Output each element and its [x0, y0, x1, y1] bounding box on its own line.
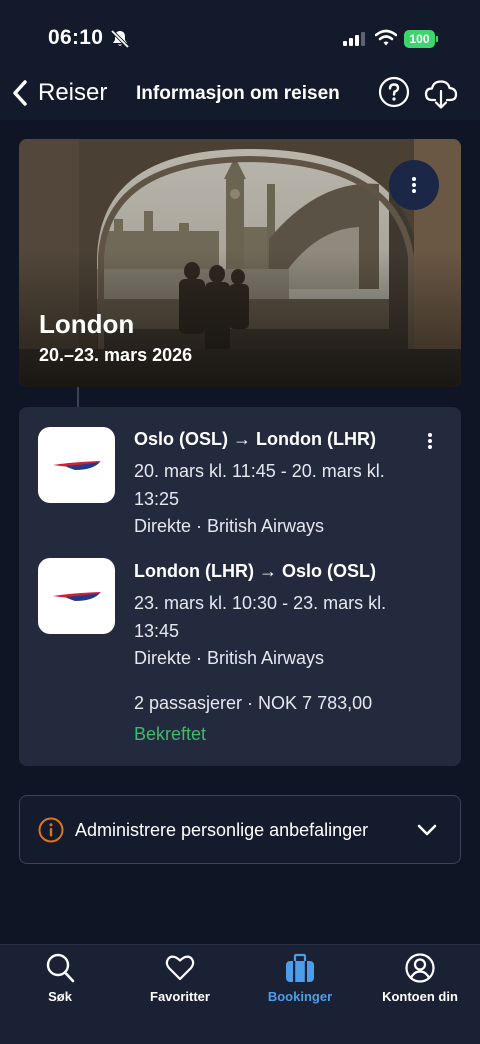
back-label: Reiser [38, 79, 108, 106]
battery-level: 100 [404, 30, 435, 48]
british-airways-logo [38, 558, 115, 634]
timeline-connector [77, 387, 79, 407]
flight-booking-card[interactable]: Oslo (OSL) → London (LHR) 20. mars kl. 1… [19, 407, 461, 766]
help-icon[interactable] [378, 76, 410, 108]
trip-hero-card[interactable]: London 20.–23. mars 2026 [19, 139, 461, 387]
trip-dates: 20.–23. mars 2026 [39, 345, 193, 365]
wifi-icon [375, 29, 397, 46]
signal-icon [343, 32, 365, 46]
tab-label: Kontoen din [382, 989, 458, 1004]
status-bar: 06:10 100 [0, 0, 480, 70]
nav-bar: Reiser Informasjon om reisen [0, 70, 480, 120]
trip-destination: London [39, 309, 135, 339]
chevron-down-icon [417, 824, 437, 836]
flight-times: 23. mars kl. 10:30 - 23. mars kl. 13:45 [134, 593, 387, 641]
british-airways-logo [38, 427, 115, 503]
flight-route: London (LHR) → Oslo (OSL) [134, 561, 376, 581]
back-button[interactable]: Reiser [10, 76, 107, 110]
chevron-left-icon [13, 80, 27, 106]
booking-status: Bekreftet [134, 724, 207, 744]
more-vertical-icon [412, 177, 416, 193]
search-icon [46, 953, 75, 983]
trip-options-button[interactable] [389, 160, 439, 210]
more-vertical-icon [428, 433, 432, 449]
personal-recommendations-accordion[interactable]: Administrere personlige anbefalinger [19, 795, 461, 864]
status-time: 06:10 [48, 26, 104, 49]
tab-label: Bookinger [267, 989, 333, 1004]
flight-times: 20. mars kl. 11:45 - 20. mars kl. 13:25 [134, 461, 385, 509]
heart-icon [165, 955, 195, 981]
booking-summary: 2 passasjerer · NOK 7 783,00 [134, 693, 373, 713]
page-title: Informasjon om reisen [136, 83, 340, 104]
bottom-tab-bar: Søk Favoritter Bookinger Kontoen din [0, 944, 480, 1044]
bell-off-icon [110, 29, 130, 49]
speedmarque-icon [52, 461, 101, 470]
suitcase-icon [286, 953, 314, 982]
tab-search[interactable]: Søk [0, 945, 120, 1044]
accordion-label: Administrere personlige anbefalinger [75, 820, 369, 840]
tab-label: Favoritter [150, 989, 210, 1004]
tab-bookings[interactable]: Bookinger [240, 945, 360, 1044]
tab-account[interactable]: Kontoen din [360, 945, 480, 1044]
flight-route: Oslo (OSL) → London (LHR) [134, 429, 376, 449]
battery-indicator: 100 [404, 30, 438, 48]
user-icon [405, 953, 435, 983]
flight-info: Direkte · British Airways [134, 648, 325, 668]
tab-favorites[interactable]: Favoritter [120, 945, 240, 1044]
tab-label: Søk [48, 989, 72, 1004]
info-icon [38, 817, 64, 843]
booking-options-button[interactable] [421, 429, 439, 453]
speedmarque-icon [52, 592, 101, 601]
cloud-download-icon[interactable] [424, 76, 458, 110]
flight-info: Direkte · British Airways [134, 516, 325, 536]
